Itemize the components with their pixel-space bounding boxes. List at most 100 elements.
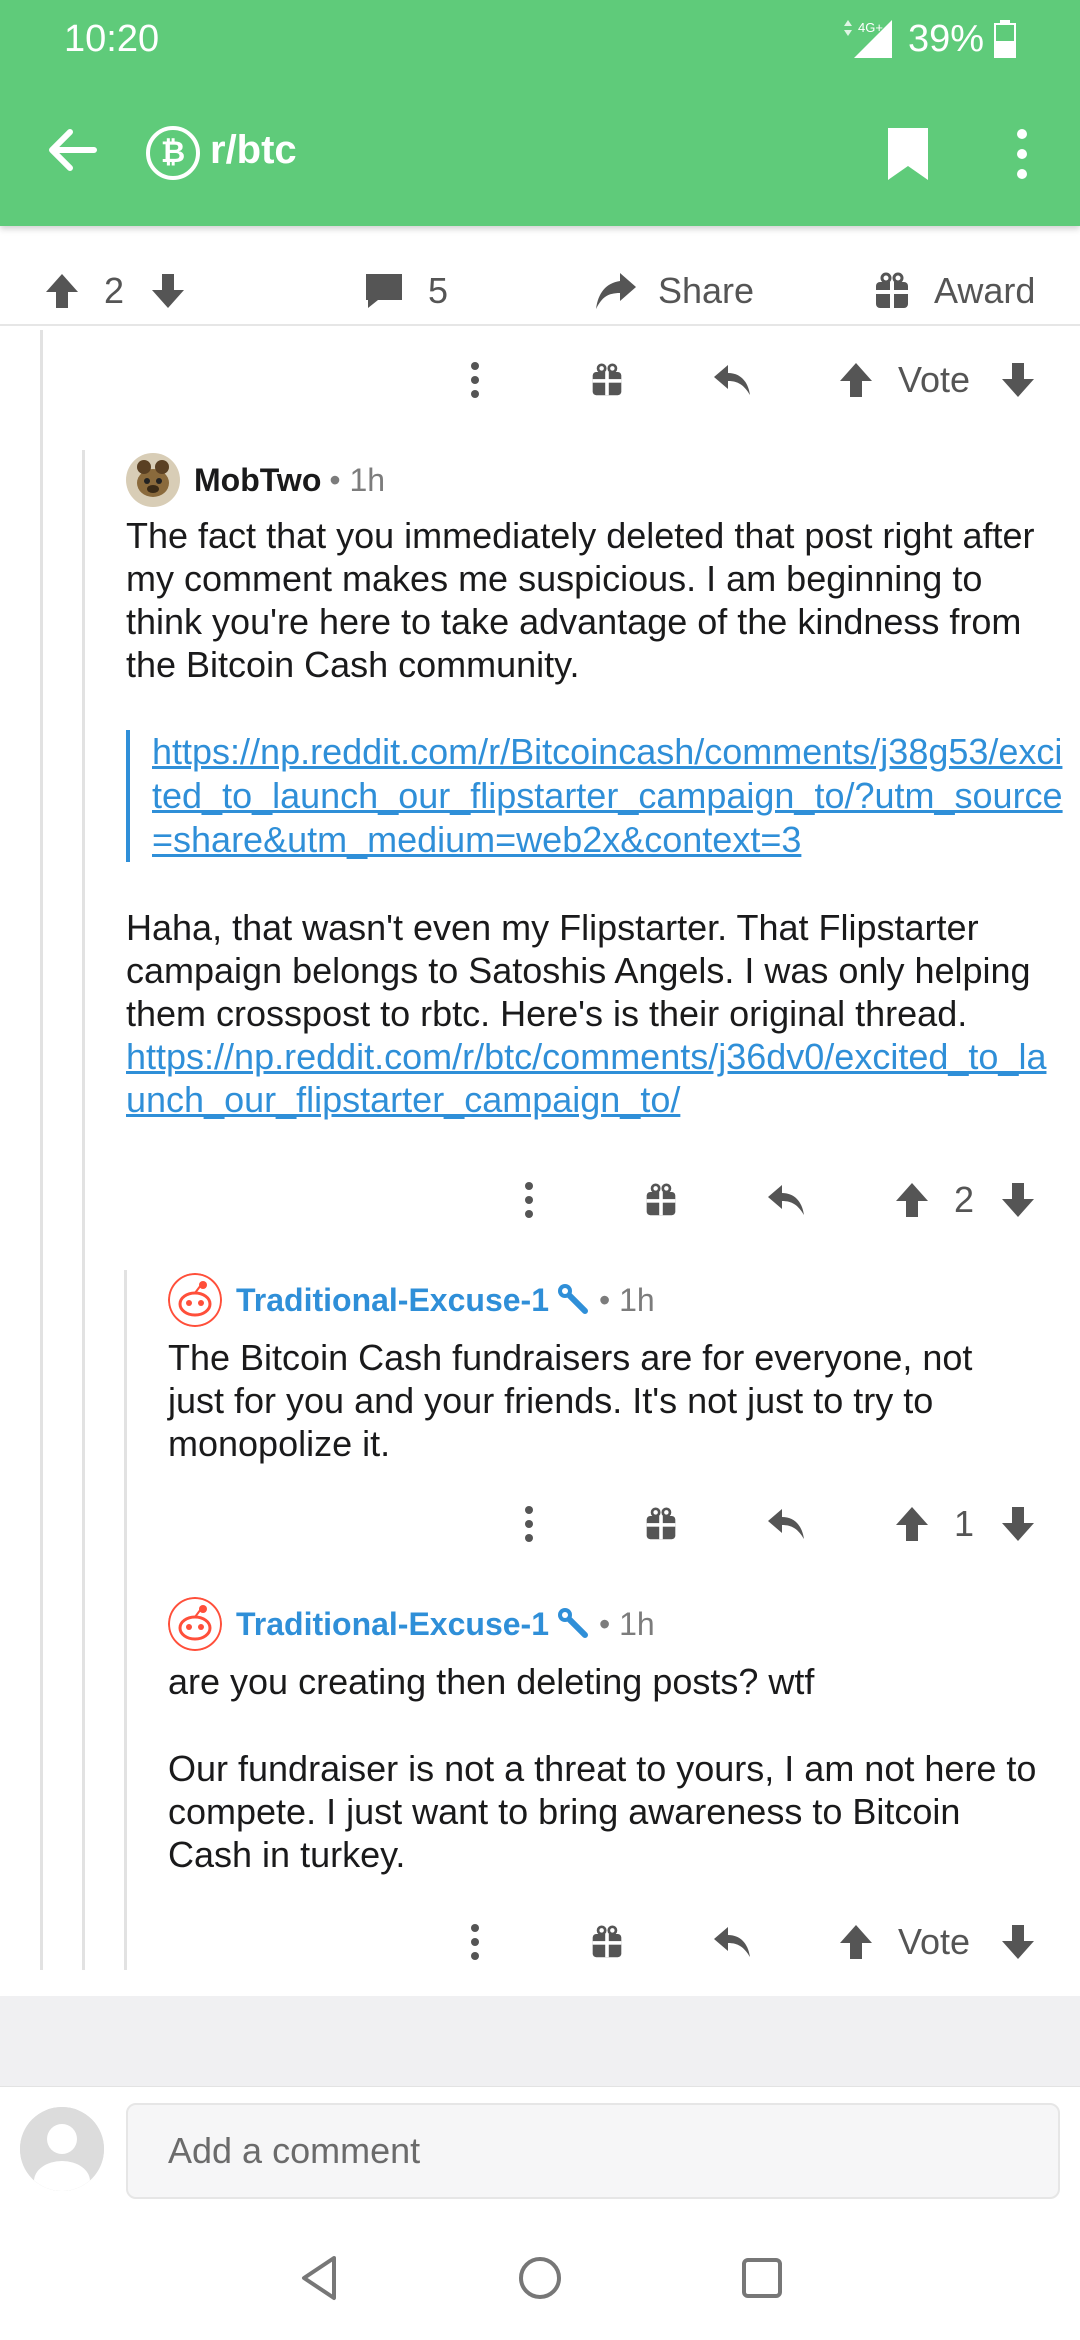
- reply-arrow-icon[interactable]: [712, 363, 752, 397]
- comment-upvote-button[interactable]: [838, 350, 874, 410]
- post-downvote-button[interactable]: [150, 266, 186, 316]
- comment-more-button[interactable]: [470, 1912, 480, 1972]
- comment-time: 1h: [619, 1605, 655, 1642]
- more-dots-icon[interactable]: [524, 1182, 534, 1218]
- thread-line-level-2[interactable]: [82, 450, 85, 1970]
- comment-award-button[interactable]: [590, 1912, 624, 1972]
- comment-reply-button[interactable]: [766, 1494, 806, 1554]
- app-bar: ₿ r/btc: [0, 80, 1080, 226]
- comment-downvote-button[interactable]: [1000, 1912, 1036, 1972]
- comment-header[interactable]: Traditional-Excuse-1 • 1h: [168, 1270, 655, 1330]
- downvote-arrow-icon[interactable]: [1000, 1923, 1036, 1961]
- gift-icon: [876, 272, 908, 308]
- comment-author[interactable]: Traditional-Excuse-1: [236, 1282, 549, 1319]
- downvote-arrow-icon[interactable]: [1000, 361, 1036, 399]
- comments-button[interactable]: 5: [364, 266, 448, 316]
- comment-award-button[interactable]: [590, 350, 624, 410]
- post-upvote-button[interactable]: [44, 266, 80, 316]
- top-bar: 10:20 4G+ 39% ₿ r/btc: [0, 0, 1080, 226]
- comment-reply-button[interactable]: [766, 1170, 806, 1230]
- comment-author[interactable]: MobTwo: [194, 462, 321, 499]
- downvote-arrow-icon[interactable]: [1000, 1181, 1036, 1219]
- comment-reply-button[interactable]: [712, 350, 752, 410]
- system-nav-bar: [0, 2216, 1080, 2340]
- comment-header[interactable]: MobTwo • 1h: [126, 450, 385, 510]
- avatar[interactable]: [126, 453, 180, 507]
- add-comment-input[interactable]: Add a comment: [126, 2103, 1060, 2199]
- share-arrow-icon: [596, 273, 636, 309]
- avatar[interactable]: [168, 1597, 222, 1651]
- more-options-icon[interactable]: [1006, 126, 1038, 182]
- reply-arrow-icon[interactable]: [766, 1183, 806, 1217]
- reply-arrow-icon[interactable]: [712, 1925, 752, 1959]
- comment-upvote-button[interactable]: [838, 1912, 874, 1972]
- comment-upvote-button[interactable]: [894, 1494, 930, 1554]
- comment-award-button[interactable]: [644, 1494, 678, 1554]
- comment-author[interactable]: Traditional-Excuse-1: [236, 1606, 549, 1643]
- comment-downvote-button[interactable]: [1000, 1170, 1036, 1230]
- downvote-arrow-icon[interactable]: [1000, 1505, 1036, 1543]
- battery-percent: 39%: [908, 18, 985, 60]
- more-dots-icon[interactable]: [524, 1506, 534, 1542]
- more-dots-icon[interactable]: [470, 362, 480, 398]
- comment-text: Haha, that wasn't even my Flipstarter. T…: [126, 907, 1031, 1034]
- subreddit-icon[interactable]: ₿: [146, 126, 200, 180]
- comment-time: 1h: [349, 461, 386, 498]
- gift-icon[interactable]: [644, 1507, 678, 1541]
- moderator-wrench-icon: [557, 1284, 588, 1314]
- battery-icon: [994, 20, 1016, 58]
- default-user-icon: [20, 2107, 104, 2191]
- avatar[interactable]: [20, 2107, 104, 2191]
- back-arrow-icon[interactable]: [44, 122, 100, 178]
- blockquote: https://np.reddit.com/r/Bitcoincash/comm…: [126, 730, 1066, 862]
- snoo-avatar-icon: [168, 1597, 222, 1651]
- comment-score: Vote: [898, 359, 971, 400]
- upvote-arrow-icon[interactable]: [894, 1505, 930, 1543]
- comment-link[interactable]: https://np.reddit.com/r/btc/comments/j36…: [126, 1035, 1066, 1121]
- upvote-arrow-icon[interactable]: [44, 272, 80, 310]
- comment-more-button[interactable]: [524, 1170, 534, 1230]
- bookmark-icon[interactable]: [884, 126, 932, 182]
- comment-downvote-button[interactable]: [1000, 1494, 1036, 1554]
- more-dots-icon[interactable]: [470, 1924, 480, 1960]
- share-label: Share: [658, 270, 755, 311]
- thread-line-level-1[interactable]: [40, 330, 43, 1970]
- comment-composer: Add a comment: [0, 2086, 1080, 2216]
- nav-home-icon[interactable]: [514, 2252, 566, 2304]
- comment-score: 2: [954, 1179, 975, 1220]
- thread-line-level-3[interactable]: [124, 1270, 127, 1970]
- comment-link[interactable]: https://np.reddit.com/r/Bitcoincash/comm…: [152, 731, 1063, 860]
- upvote-arrow-icon[interactable]: [894, 1181, 930, 1219]
- gift-icon[interactable]: [644, 1183, 678, 1217]
- reply-arrow-icon[interactable]: [766, 1507, 806, 1541]
- comment-meta: • 1h: [598, 1605, 655, 1642]
- svg-text:4G+: 4G+: [858, 20, 883, 35]
- comment-header[interactable]: Traditional-Excuse-1 • 1h: [168, 1594, 655, 1654]
- nav-recents-icon[interactable]: [736, 2252, 788, 2304]
- comment-reply-button[interactable]: [712, 1912, 752, 1972]
- comment-more-button[interactable]: [470, 350, 480, 410]
- gift-icon[interactable]: [590, 363, 624, 397]
- thread-end-divider: [0, 1996, 1080, 2086]
- comment-body: The Bitcoin Cash fundraisers are for eve…: [168, 1336, 1038, 1465]
- comment-body: are you creating then deleting posts? wt…: [168, 1660, 1038, 1876]
- post-score: 2: [104, 270, 125, 311]
- comment-award-button[interactable]: [644, 1170, 678, 1230]
- comment-actions: 1: [496, 1494, 1060, 1554]
- comment-downvote-button[interactable]: [1000, 350, 1036, 410]
- award-button[interactable]: Award: [874, 266, 1035, 316]
- upvote-arrow-icon[interactable]: [838, 1923, 874, 1961]
- comment-more-button[interactable]: [524, 1494, 534, 1554]
- gift-icon[interactable]: [590, 1925, 624, 1959]
- downvote-arrow-icon[interactable]: [150, 272, 186, 310]
- comment-bubble-icon: [366, 274, 402, 308]
- subreddit-title[interactable]: r/btc: [210, 128, 297, 173]
- upvote-arrow-icon[interactable]: [838, 361, 874, 399]
- comment-upvote-button[interactable]: [894, 1170, 930, 1230]
- nav-back-icon[interactable]: [294, 2252, 346, 2304]
- status-time: 10:20: [64, 18, 160, 60]
- avatar[interactable]: [168, 1273, 222, 1327]
- comment-text: Our fundraiser is not a threat to yours,…: [168, 1748, 1037, 1875]
- share-button[interactable]: Share: [594, 266, 754, 316]
- comment-text: The Bitcoin Cash fundraisers are for eve…: [168, 1337, 973, 1464]
